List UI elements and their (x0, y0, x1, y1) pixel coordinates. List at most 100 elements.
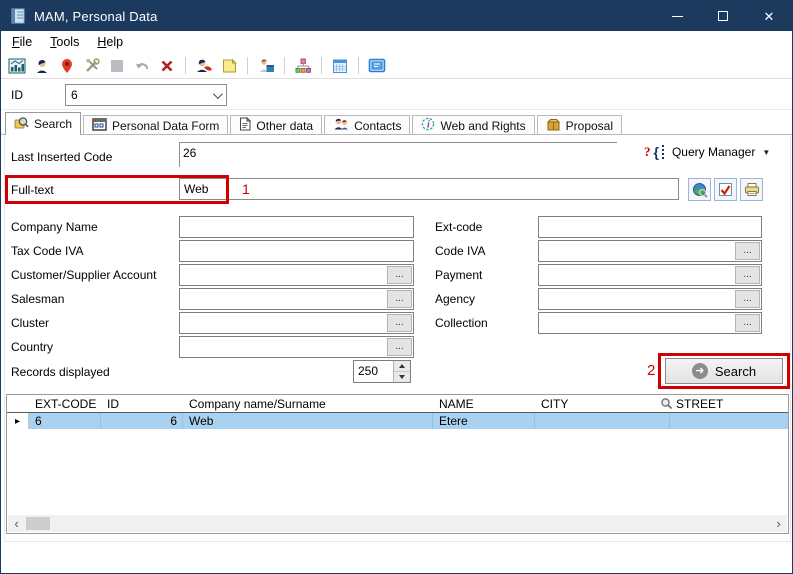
fulltext-buttons (688, 178, 763, 201)
records-displayed-spinner[interactable]: 250 (353, 360, 411, 383)
monitor-icon[interactable] (367, 56, 387, 76)
table-row[interactable]: ▸ 6 6 Web Etere (7, 413, 788, 429)
maximize-button[interactable] (700, 1, 746, 31)
id-combobox[interactable]: 6 (65, 84, 227, 106)
tax-code-iva-input[interactable] (179, 240, 414, 262)
search-button[interactable]: ➜ Search (665, 358, 783, 384)
tab-proposal[interactable]: Proposal (537, 115, 622, 135)
customer-supplier-account-browse-button[interactable]: ... (387, 266, 412, 284)
id-combobox-dropdown-button[interactable] (206, 85, 226, 105)
column-header-name[interactable]: NAME (433, 397, 535, 411)
tab-other-data[interactable]: Other data (230, 115, 322, 135)
tab-personal-data-form[interactable]: Personal Data Form (83, 115, 228, 135)
tab-label: Proposal (566, 119, 613, 133)
query-manager-brace-icon: { (654, 144, 659, 160)
collection-input[interactable]: ... (538, 312, 762, 334)
dropdown-arrow-icon: ▼ (762, 148, 770, 157)
undo-icon[interactable] (132, 56, 152, 76)
note-icon[interactable] (219, 56, 239, 76)
row-selector-cell[interactable]: ▸ (7, 413, 29, 429)
payment-input[interactable]: ... (538, 264, 762, 286)
spinner-up-icon (399, 364, 405, 368)
person-badge-icon[interactable] (194, 56, 214, 76)
placeholder-square-icon[interactable] (107, 56, 127, 76)
customer-supplier-account-input[interactable]: ... (179, 264, 414, 286)
agency-input[interactable]: ... (538, 288, 762, 310)
menu-file[interactable]: File (3, 32, 41, 52)
country-input[interactable]: ... (179, 336, 414, 358)
agency-browse-button[interactable]: ... (735, 290, 760, 308)
delete-icon[interactable] (157, 56, 177, 76)
annotation-number-1: 1 (242, 181, 250, 197)
svg-text:i: i (427, 120, 430, 131)
id-row: ID 6 (1, 80, 792, 110)
tab-contacts[interactable]: Contacts (324, 115, 410, 135)
fulltext-input[interactable] (179, 178, 679, 200)
scrollbar-thumb[interactable] (26, 517, 50, 530)
query-manager-label: Query Manager (669, 145, 759, 159)
tab-web-and-rights[interactable]: i Web and Rights (412, 115, 534, 135)
column-header-ext-code[interactable]: EXT-CODE (29, 397, 101, 411)
search-form-grid: Company Name Ext-code Tax Code IVA Code … (9, 215, 762, 359)
close-button[interactable]: ✕ (746, 1, 792, 31)
payment-browse-button[interactable]: ... (735, 266, 760, 284)
horizontal-scrollbar[interactable]: ‹ › (8, 515, 787, 532)
worker-box-icon[interactable] (256, 56, 276, 76)
tab-label: Other data (256, 119, 313, 133)
salesman-label: Salesman (9, 292, 179, 306)
cluster-browse-button[interactable]: ... (387, 314, 412, 332)
column-header-street[interactable]: STREET (660, 397, 788, 411)
web-search-button[interactable] (688, 178, 711, 201)
ext-code-input[interactable] (538, 216, 762, 238)
code-iva-browse-button[interactable]: ... (735, 242, 760, 260)
column-header-company[interactable]: Company name/Surname (183, 397, 433, 411)
street-header-label: STREET (676, 397, 723, 411)
records-displayed-label: Records displayed (11, 365, 110, 379)
window-title: MAM, Personal Data (34, 9, 158, 24)
tools-icon[interactable] (82, 56, 102, 76)
contacts-tab-icon (333, 117, 349, 134)
column-header-id[interactable]: ID (101, 397, 183, 411)
tax-code-iva-label: Tax Code IVA (9, 244, 179, 258)
validate-checkbox-button[interactable] (714, 178, 737, 201)
scroll-left-button[interactable]: ‹ (8, 515, 25, 532)
chart-icon[interactable] (7, 56, 27, 76)
calendar-icon[interactable] (330, 56, 350, 76)
menu-tools[interactable]: Tools (41, 32, 88, 52)
cell-ext-code: 6 (29, 413, 101, 429)
document-tab-icon (239, 117, 251, 134)
spinner-down-button[interactable] (394, 372, 410, 382)
print-button[interactable] (740, 178, 763, 201)
tab-label: Search (34, 117, 72, 131)
scroll-right-button[interactable]: › (770, 515, 787, 532)
query-manager-button[interactable]: ? { Query Manager ▼ (644, 144, 770, 160)
chevron-down-icon (212, 89, 222, 99)
column-header-city[interactable]: CITY (535, 397, 670, 411)
go-arrow-icon: ➜ (692, 363, 708, 379)
maximize-icon (718, 11, 728, 21)
tab-label: Contacts (354, 119, 401, 133)
code-iva-input[interactable]: ... (538, 240, 762, 262)
org-chart-icon[interactable] (293, 56, 313, 76)
spinner-up-button[interactable] (394, 361, 410, 372)
last-inserted-code-field[interactable]: 26 (179, 142, 617, 167)
minimize-button[interactable] (654, 1, 700, 31)
query-manager-dots-icon (662, 145, 664, 159)
payment-label: Payment (433, 268, 538, 282)
country-browse-button[interactable]: ... (387, 338, 412, 356)
tab-strip: Search Personal Data Form Other data Con… (1, 111, 792, 135)
menu-help[interactable]: Help (88, 32, 132, 52)
collection-browse-button[interactable]: ... (735, 314, 760, 332)
toolbar-separator (284, 57, 285, 74)
annotation-number-2: 2 (647, 362, 655, 379)
company-name-input[interactable] (179, 216, 414, 238)
person-icon[interactable] (32, 56, 52, 76)
location-pin-icon[interactable] (57, 56, 77, 76)
salesman-input[interactable]: ... (179, 288, 414, 310)
cluster-input[interactable]: ... (179, 312, 414, 334)
toolbar-separator (185, 57, 186, 74)
info-tab-icon: i (421, 117, 435, 134)
tab-search[interactable]: Search (5, 112, 81, 135)
salesman-browse-button[interactable]: ... (387, 290, 412, 308)
search-button-label: Search (715, 364, 756, 379)
